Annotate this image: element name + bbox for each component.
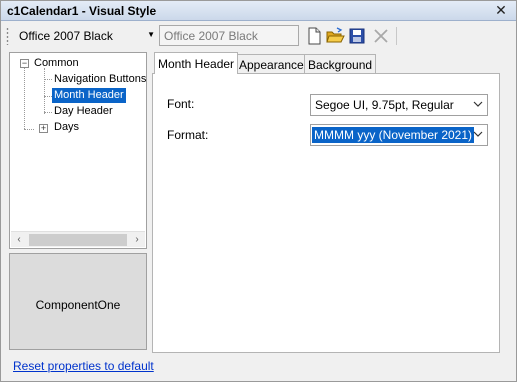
tree-item-common[interactable]: Common [34,56,79,71]
format-combo-value: MMMM yyy (November 2021) [312,127,475,143]
tree-item-month-header[interactable]: Month Header [52,88,126,103]
chevron-down-icon [473,131,483,137]
brand-text: ComponentOne [35,298,121,312]
toolbar-separator [396,27,397,45]
close-button[interactable]: ✕ [494,2,508,19]
theme-select[interactable]: Office 2007 Black ▼ [13,26,157,46]
tree-horizontal-scrollbar[interactable]: ‹ › [11,231,145,247]
tree-line [24,129,34,130]
tree-item-days[interactable]: Days [54,120,79,135]
tab-appearance[interactable]: Appearance [235,54,308,73]
tree-line [44,96,52,97]
tab-background[interactable]: Background [304,54,377,73]
theme-name-field[interactable]: Office 2007 Black [159,25,299,46]
expand-icon[interactable]: + [39,124,48,133]
toolbar-grip[interactable] [6,27,9,45]
tree-line [44,112,52,113]
month-header-tab-content: Font: Segoe UI, 9.75pt, Regular Format: … [152,73,500,353]
open-folder-icon[interactable] [325,26,345,46]
scroll-left-icon[interactable]: ‹ [11,232,27,248]
tree-item-navigation-buttons[interactable]: Navigation Buttons [54,72,146,87]
visual-style-window: c1Calendar1 - Visual Style ✕ Office 2007… [0,0,517,382]
format-label: Format: [167,128,209,142]
new-icon[interactable] [304,26,324,46]
title-bar: c1Calendar1 - Visual Style ✕ [1,1,516,21]
theme-select-value: Office 2007 Black [19,29,113,43]
collapse-icon[interactable]: − [20,59,29,68]
brand-panel: ComponentOne [9,253,147,350]
property-tabs: Month Header Appearance Background Font:… [152,52,500,353]
chevron-down-icon [473,101,483,107]
reset-properties-link[interactable]: Reset properties to default [13,359,154,373]
save-icon[interactable] [347,26,367,46]
toolbar: Office 2007 Black ▼ Office 2007 Black [1,23,516,49]
font-combo-value: Segoe UI, 9.75pt, Regular [315,98,454,112]
style-tree[interactable]: − Common Navigation Buttons Month Header… [9,52,147,249]
tree-item-day-header[interactable]: Day Header [54,104,113,119]
format-combo[interactable]: MMMM yyy (November 2021) [310,124,488,146]
window-title: c1Calendar1 - Visual Style [7,4,157,18]
delete-icon[interactable] [371,26,391,46]
scroll-thumb[interactable] [29,234,127,246]
tab-month-header[interactable]: Month Header [154,52,239,74]
scroll-right-icon[interactable]: › [129,232,145,248]
tree-line [44,68,45,114]
tree-line [44,79,52,80]
dropdown-arrow-icon: ▼ [147,30,155,39]
font-label: Font: [167,97,195,111]
font-combo[interactable]: Segoe UI, 9.75pt, Regular [310,94,488,116]
tree-line [24,68,25,129]
